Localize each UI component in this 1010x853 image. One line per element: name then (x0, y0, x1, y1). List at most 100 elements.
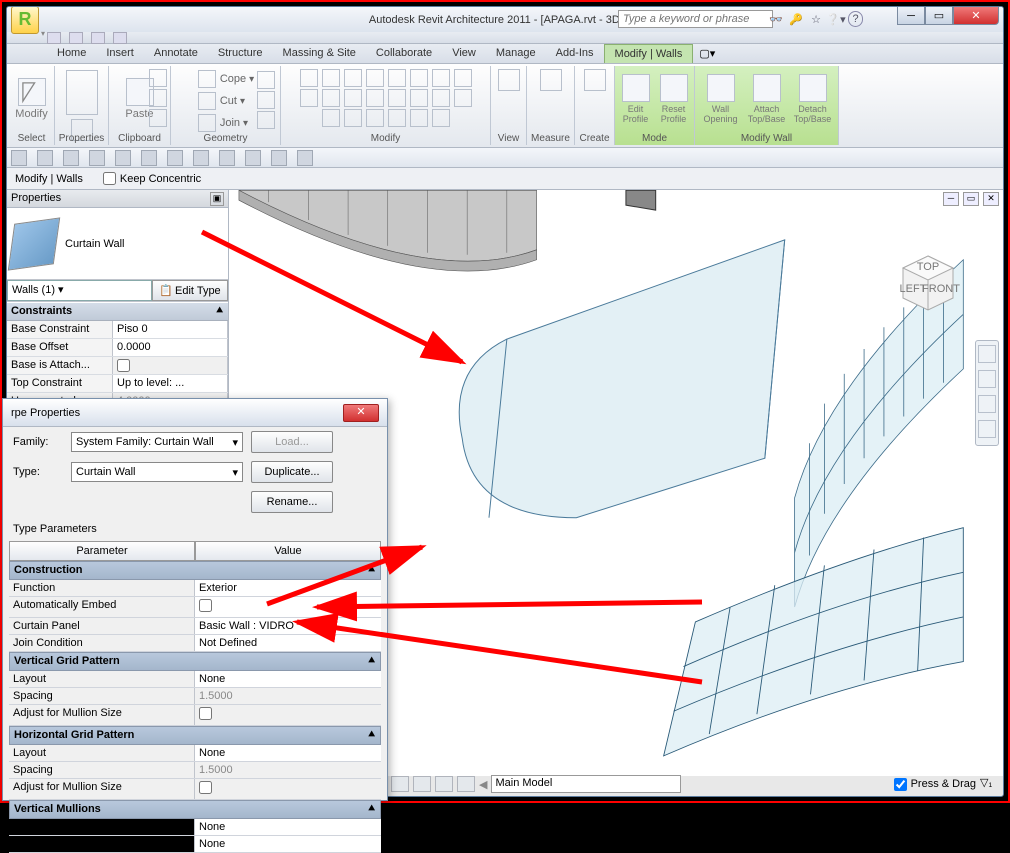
mod6[interactable] (410, 69, 428, 87)
key-icon[interactable]: 🔑 (788, 11, 804, 27)
minimize-button[interactable]: ─ (897, 7, 925, 25)
mod17[interactable] (322, 109, 340, 127)
mod14[interactable] (410, 89, 428, 107)
mod15[interactable] (432, 89, 450, 107)
tb9[interactable] (219, 150, 235, 166)
mod7[interactable] (432, 69, 450, 87)
help-dropdown-icon[interactable]: ❔▾ (828, 11, 844, 27)
mod18[interactable] (344, 109, 362, 127)
mod16[interactable] (454, 89, 472, 107)
view-icon[interactable] (498, 69, 520, 91)
sb5[interactable] (435, 776, 453, 792)
cope-button[interactable]: Cope ▾ (195, 68, 256, 90)
vp-max-icon[interactable]: ▭ (963, 192, 979, 206)
nav-wheel-icon[interactable] (978, 345, 996, 363)
tb12[interactable] (297, 150, 313, 166)
workset-combo[interactable]: Main Model (491, 775, 681, 793)
mod10[interactable] (322, 89, 340, 107)
tab-manage[interactable]: Manage (486, 44, 546, 63)
filter-icon[interactable]: ▽₁ (980, 776, 998, 792)
tb5[interactable] (115, 150, 131, 166)
qat-undo-icon[interactable] (91, 32, 105, 44)
param-row[interactable]: Interior TypeNone (9, 819, 381, 836)
copy-icon[interactable] (149, 89, 167, 107)
edit-type-button[interactable]: 📋 Edit Type (152, 280, 228, 301)
group-constraints[interactable]: Constraints⯅ (7, 302, 228, 321)
tab-insert[interactable]: Insert (96, 44, 144, 63)
properties-big-icon[interactable] (66, 70, 98, 115)
tab-expand-icon[interactable]: ▢▾ (693, 44, 721, 63)
tab-annotate[interactable]: Annotate (144, 44, 208, 63)
keep-concentric-checkbox[interactable]: Keep Concentric (103, 172, 201, 185)
mod1[interactable] (300, 69, 318, 87)
tab-home[interactable]: Home (47, 44, 96, 63)
tb2[interactable] (37, 150, 53, 166)
nav-pan-icon[interactable] (978, 370, 996, 388)
duplicate-button[interactable]: Duplicate... (251, 461, 333, 483)
properties-close-icon[interactable]: ▣ (210, 192, 224, 206)
app-menu-button[interactable]: R (11, 6, 39, 34)
tab-structure[interactable]: Structure (208, 44, 273, 63)
wall-opening-button[interactable]: Wall Opening (699, 68, 743, 130)
mod19[interactable] (366, 109, 384, 127)
reset-profile-button[interactable]: Reset Profile (656, 68, 692, 130)
nav-orbit-icon[interactable] (978, 420, 996, 438)
dialog-close-button[interactable]: ✕ (343, 404, 379, 422)
mod21[interactable] (410, 109, 428, 127)
attach-button[interactable]: Attach Top/Base (745, 68, 789, 130)
param-row[interactable]: Automatically Embed (9, 597, 381, 618)
join-button[interactable]: Join ▾ (195, 112, 250, 134)
nav-zoom-icon[interactable] (978, 395, 996, 413)
tab-massing[interactable]: Massing & Site (273, 44, 366, 63)
help-icon[interactable]: ? (848, 11, 863, 27)
family-combo[interactable]: System Family: Curtain Wall▾ (71, 432, 243, 452)
tab-view[interactable]: View (442, 44, 486, 63)
sb3[interactable] (391, 776, 409, 792)
param-row[interactable]: LayoutNone (9, 671, 381, 688)
selection-combo[interactable]: Walls (1) ▾ (7, 280, 152, 301)
group-horizontal-grid[interactable]: Horizontal Grid Pattern⯅ (9, 726, 381, 745)
mod2[interactable] (322, 69, 340, 87)
mod5[interactable] (388, 69, 406, 87)
prop-row[interactable]: Top ConstraintUp to level: ... (7, 375, 228, 393)
mod4[interactable] (366, 69, 384, 87)
press-drag-checkbox[interactable]: Press & Drag (894, 778, 976, 791)
param-row[interactable]: Join ConditionNot Defined (9, 635, 381, 652)
geom-icon3[interactable] (257, 111, 275, 129)
qat-save-icon[interactable] (69, 32, 83, 44)
param-row[interactable]: Curtain PanelBasic Wall : VIDRO (9, 618, 381, 635)
mod12[interactable] (366, 89, 384, 107)
mod9[interactable] (300, 89, 318, 107)
tb3[interactable] (63, 150, 79, 166)
nav-bar[interactable] (975, 340, 999, 446)
tb11[interactable] (271, 150, 287, 166)
mod3[interactable] (344, 69, 362, 87)
detach-button[interactable]: Detach Top/Base (791, 68, 835, 130)
mod11[interactable] (344, 89, 362, 107)
type-selector-card[interactable]: Curtain Wall (7, 208, 228, 280)
param-row[interactable]: FunctionExterior (9, 580, 381, 597)
param-row[interactable]: Spacing1.5000 (9, 762, 381, 779)
cut-geom-button[interactable]: Cut ▾ (195, 90, 247, 112)
mod13[interactable] (388, 89, 406, 107)
mod8[interactable] (454, 69, 472, 87)
group-vertical-grid[interactable]: Vertical Grid Pattern⯅ (9, 652, 381, 671)
mod20[interactable] (388, 109, 406, 127)
maximize-button[interactable]: ▭ (925, 7, 953, 25)
prop-row[interactable]: Base is Attach... (7, 357, 228, 375)
mod22[interactable] (432, 109, 450, 127)
sb4[interactable] (413, 776, 431, 792)
cut-icon[interactable] (149, 69, 167, 87)
edit-profile-button[interactable]: Edit Profile (618, 68, 654, 130)
binoculars-icon[interactable]: 👓 (768, 11, 784, 27)
create-icon[interactable] (584, 69, 606, 91)
param-row[interactable]: Spacing1.5000 (9, 688, 381, 705)
group-construction[interactable]: Construction⯅ (9, 561, 381, 580)
prop-row[interactable]: Base ConstraintPiso 0 (7, 321, 228, 339)
tb7[interactable] (167, 150, 183, 166)
geom-icon1[interactable] (257, 71, 275, 89)
tb4[interactable] (89, 150, 105, 166)
modify-tool[interactable]: Modify (12, 68, 52, 130)
type-combo[interactable]: Curtain Wall▾ (71, 462, 243, 482)
measure-icon[interactable] (540, 69, 562, 91)
